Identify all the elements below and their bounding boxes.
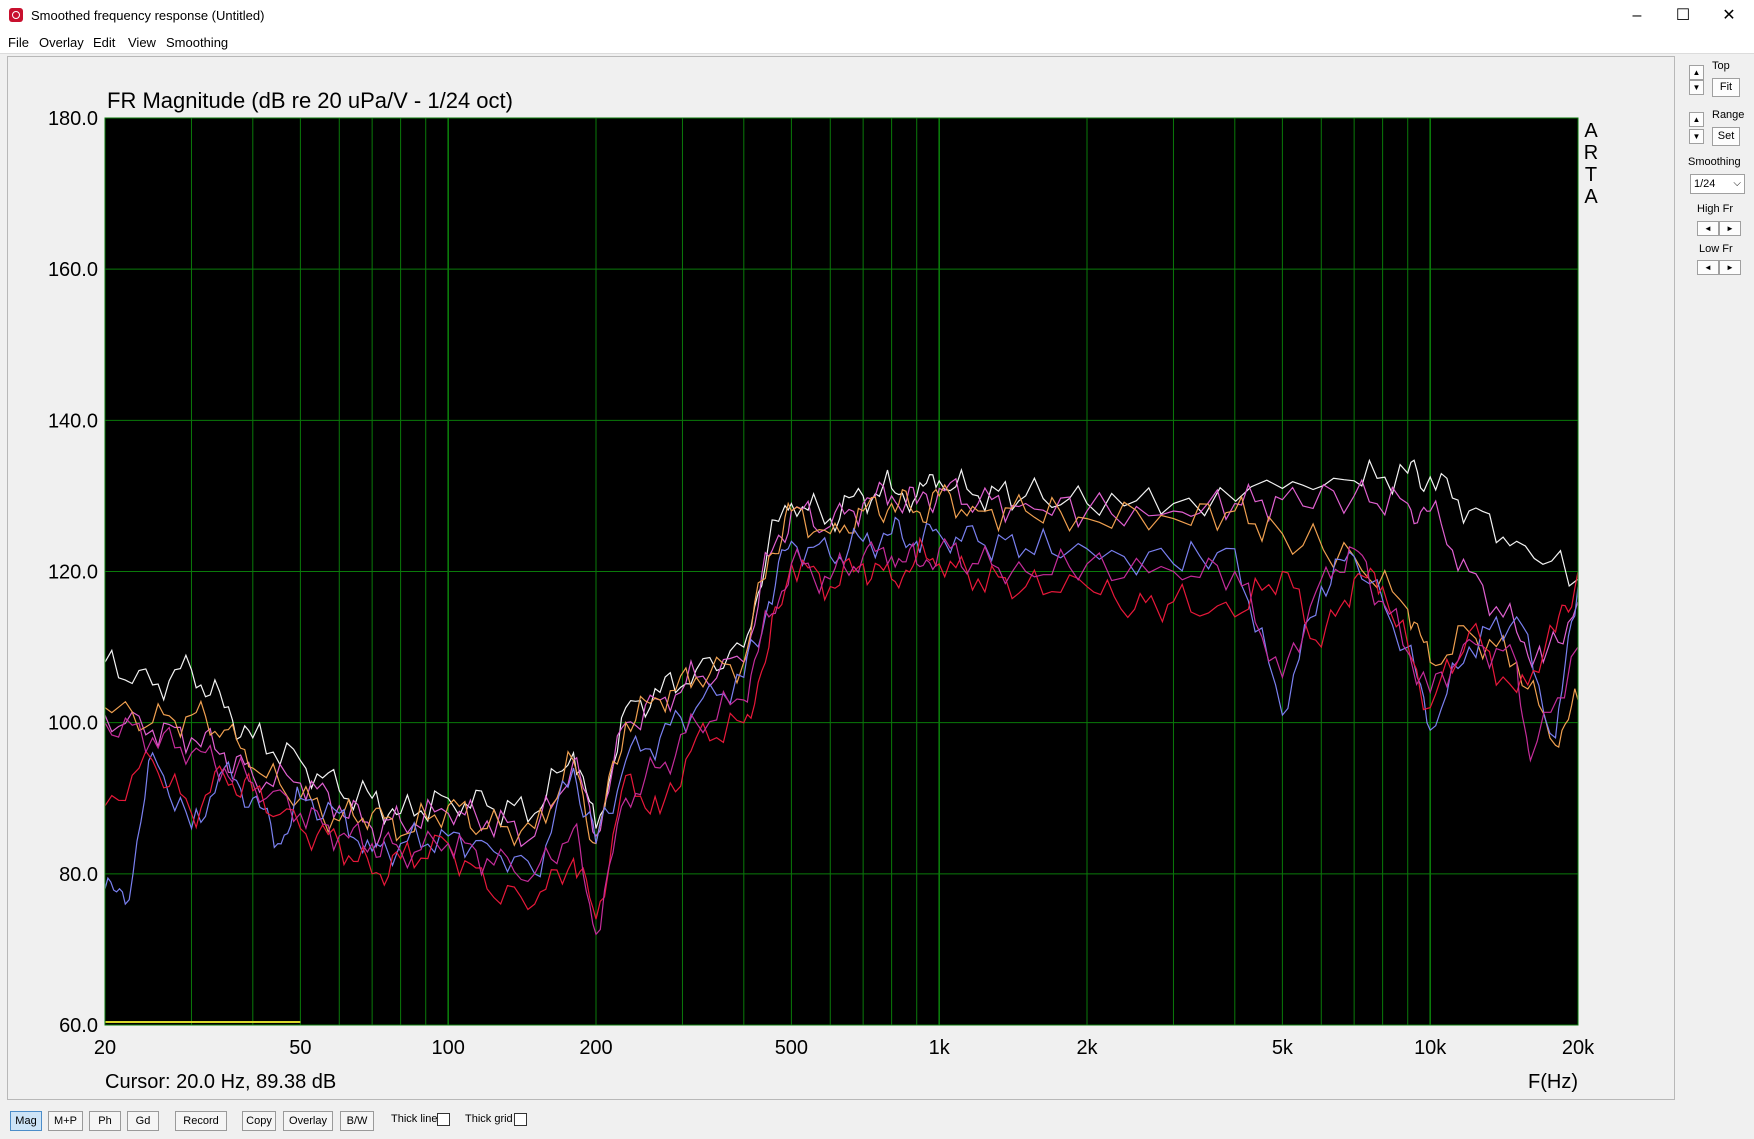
y-tick-label: 120.0 (48, 562, 98, 584)
plot-area[interactable]: 60.0 80.0 100.0 120.0 140.0 160.0 180.0 20 50 100… (7, 56, 1675, 1100)
high-fr-right-button[interactable]: ► (1719, 221, 1741, 236)
maximize-button[interactable]: ☐ (1657, 0, 1709, 31)
bottom-toolbar: Mag M+P Ph Gd Record Copy Overlay B/W Th… (0, 1102, 1754, 1139)
y-tick-label: 60.0 (59, 1015, 98, 1037)
menu-file[interactable]: File (8, 35, 29, 50)
arta-watermark: T (1585, 164, 1597, 186)
menu-overlay[interactable]: Overlay (39, 35, 84, 50)
x-tick-label: 200 (579, 1037, 612, 1059)
arta-watermark: R (1584, 142, 1598, 164)
y-tick-label: 140.0 (48, 410, 98, 432)
phase-button[interactable]: Ph (89, 1111, 121, 1131)
thick-grid-label: Thick grid (465, 1113, 513, 1125)
y-tick-label: 100.0 (48, 713, 98, 735)
menu-edit[interactable]: Edit (93, 35, 115, 50)
arta-watermark: A (1584, 186, 1598, 208)
x-tick-label: 20 (94, 1037, 116, 1059)
window-title: Smoothed frequency response (Untitled) (31, 8, 265, 23)
range-label: Range (1712, 109, 1745, 121)
menu-view[interactable]: View (128, 35, 156, 50)
group-delay-button[interactable]: Gd (127, 1111, 159, 1131)
overlay-button[interactable]: Overlay (283, 1111, 333, 1131)
y-tick-label: 180.0 (48, 108, 98, 130)
bw-button[interactable]: B/W (340, 1111, 374, 1131)
menu-bar: File Overlay Edit View Smoothing (0, 31, 1754, 54)
set-button[interactable]: Set (1712, 127, 1740, 146)
smoothing-select[interactable]: 1/24 ⌵ (1690, 174, 1745, 194)
chart-title: FR Magnitude (dB re 20 uPa/V - 1/24 oct) (107, 88, 513, 113)
fit-button[interactable]: Fit (1712, 78, 1740, 97)
arta-watermark: A (1584, 120, 1598, 142)
x-tick-label: 50 (289, 1037, 311, 1059)
low-fr-label: Low Fr (1699, 243, 1733, 255)
x-tick-label: 10k (1414, 1037, 1447, 1059)
x-tick-label: 500 (775, 1037, 808, 1059)
close-button[interactable]: ✕ (1703, 0, 1754, 31)
range-up-button[interactable]: ▲ (1689, 112, 1704, 127)
y-tick-label: 80.0 (59, 864, 98, 886)
x-tick-label: 1k (929, 1037, 951, 1059)
range-down-button[interactable]: ▼ (1689, 129, 1704, 144)
low-fr-left-button[interactable]: ◄ (1697, 260, 1719, 275)
frequency-response-chart[interactable]: 60.0 80.0 100.0 120.0 140.0 160.0 180.0 20 50 100… (8, 57, 1674, 1099)
menu-smoothing[interactable]: Smoothing (166, 35, 228, 50)
smoothing-label: Smoothing (1688, 156, 1741, 168)
thick-line-label: Thick line (391, 1113, 438, 1125)
y-tick-label: 160.0 (48, 259, 98, 281)
top-up-button[interactable]: ▲ (1689, 65, 1704, 80)
smoothing-value: 1/24 (1694, 178, 1716, 190)
record-button[interactable]: Record (175, 1111, 227, 1131)
x-tick-label: 2k (1076, 1037, 1098, 1059)
high-fr-label: High Fr (1697, 203, 1734, 215)
minimize-button[interactable]: – (1611, 0, 1663, 31)
high-fr-left-button[interactable]: ◄ (1697, 221, 1719, 236)
x-tick-label: 100 (432, 1037, 465, 1059)
title-bar: Smoothed frequency response (Untitled) –… (0, 0, 1754, 31)
copy-button[interactable]: Copy (242, 1111, 276, 1131)
mag-phase-button[interactable]: M+P (48, 1111, 83, 1131)
x-tick-label: 5k (1272, 1037, 1294, 1059)
x-tick-label: 20k (1562, 1037, 1595, 1059)
mag-button[interactable]: Mag (10, 1111, 42, 1131)
app-icon (9, 8, 23, 22)
top-down-button[interactable]: ▼ (1689, 80, 1704, 95)
thick-grid-checkbox[interactable] (514, 1113, 527, 1126)
chevron-down-icon: ⌵ (1733, 178, 1741, 189)
x-axis-label: F(Hz) (1528, 1071, 1578, 1093)
top-label: Top (1712, 60, 1730, 72)
low-fr-right-button[interactable]: ► (1719, 260, 1741, 275)
cursor-readout: Cursor: 20.0 Hz, 89.38 dB (105, 1071, 336, 1093)
thick-line-checkbox[interactable] (437, 1113, 450, 1126)
